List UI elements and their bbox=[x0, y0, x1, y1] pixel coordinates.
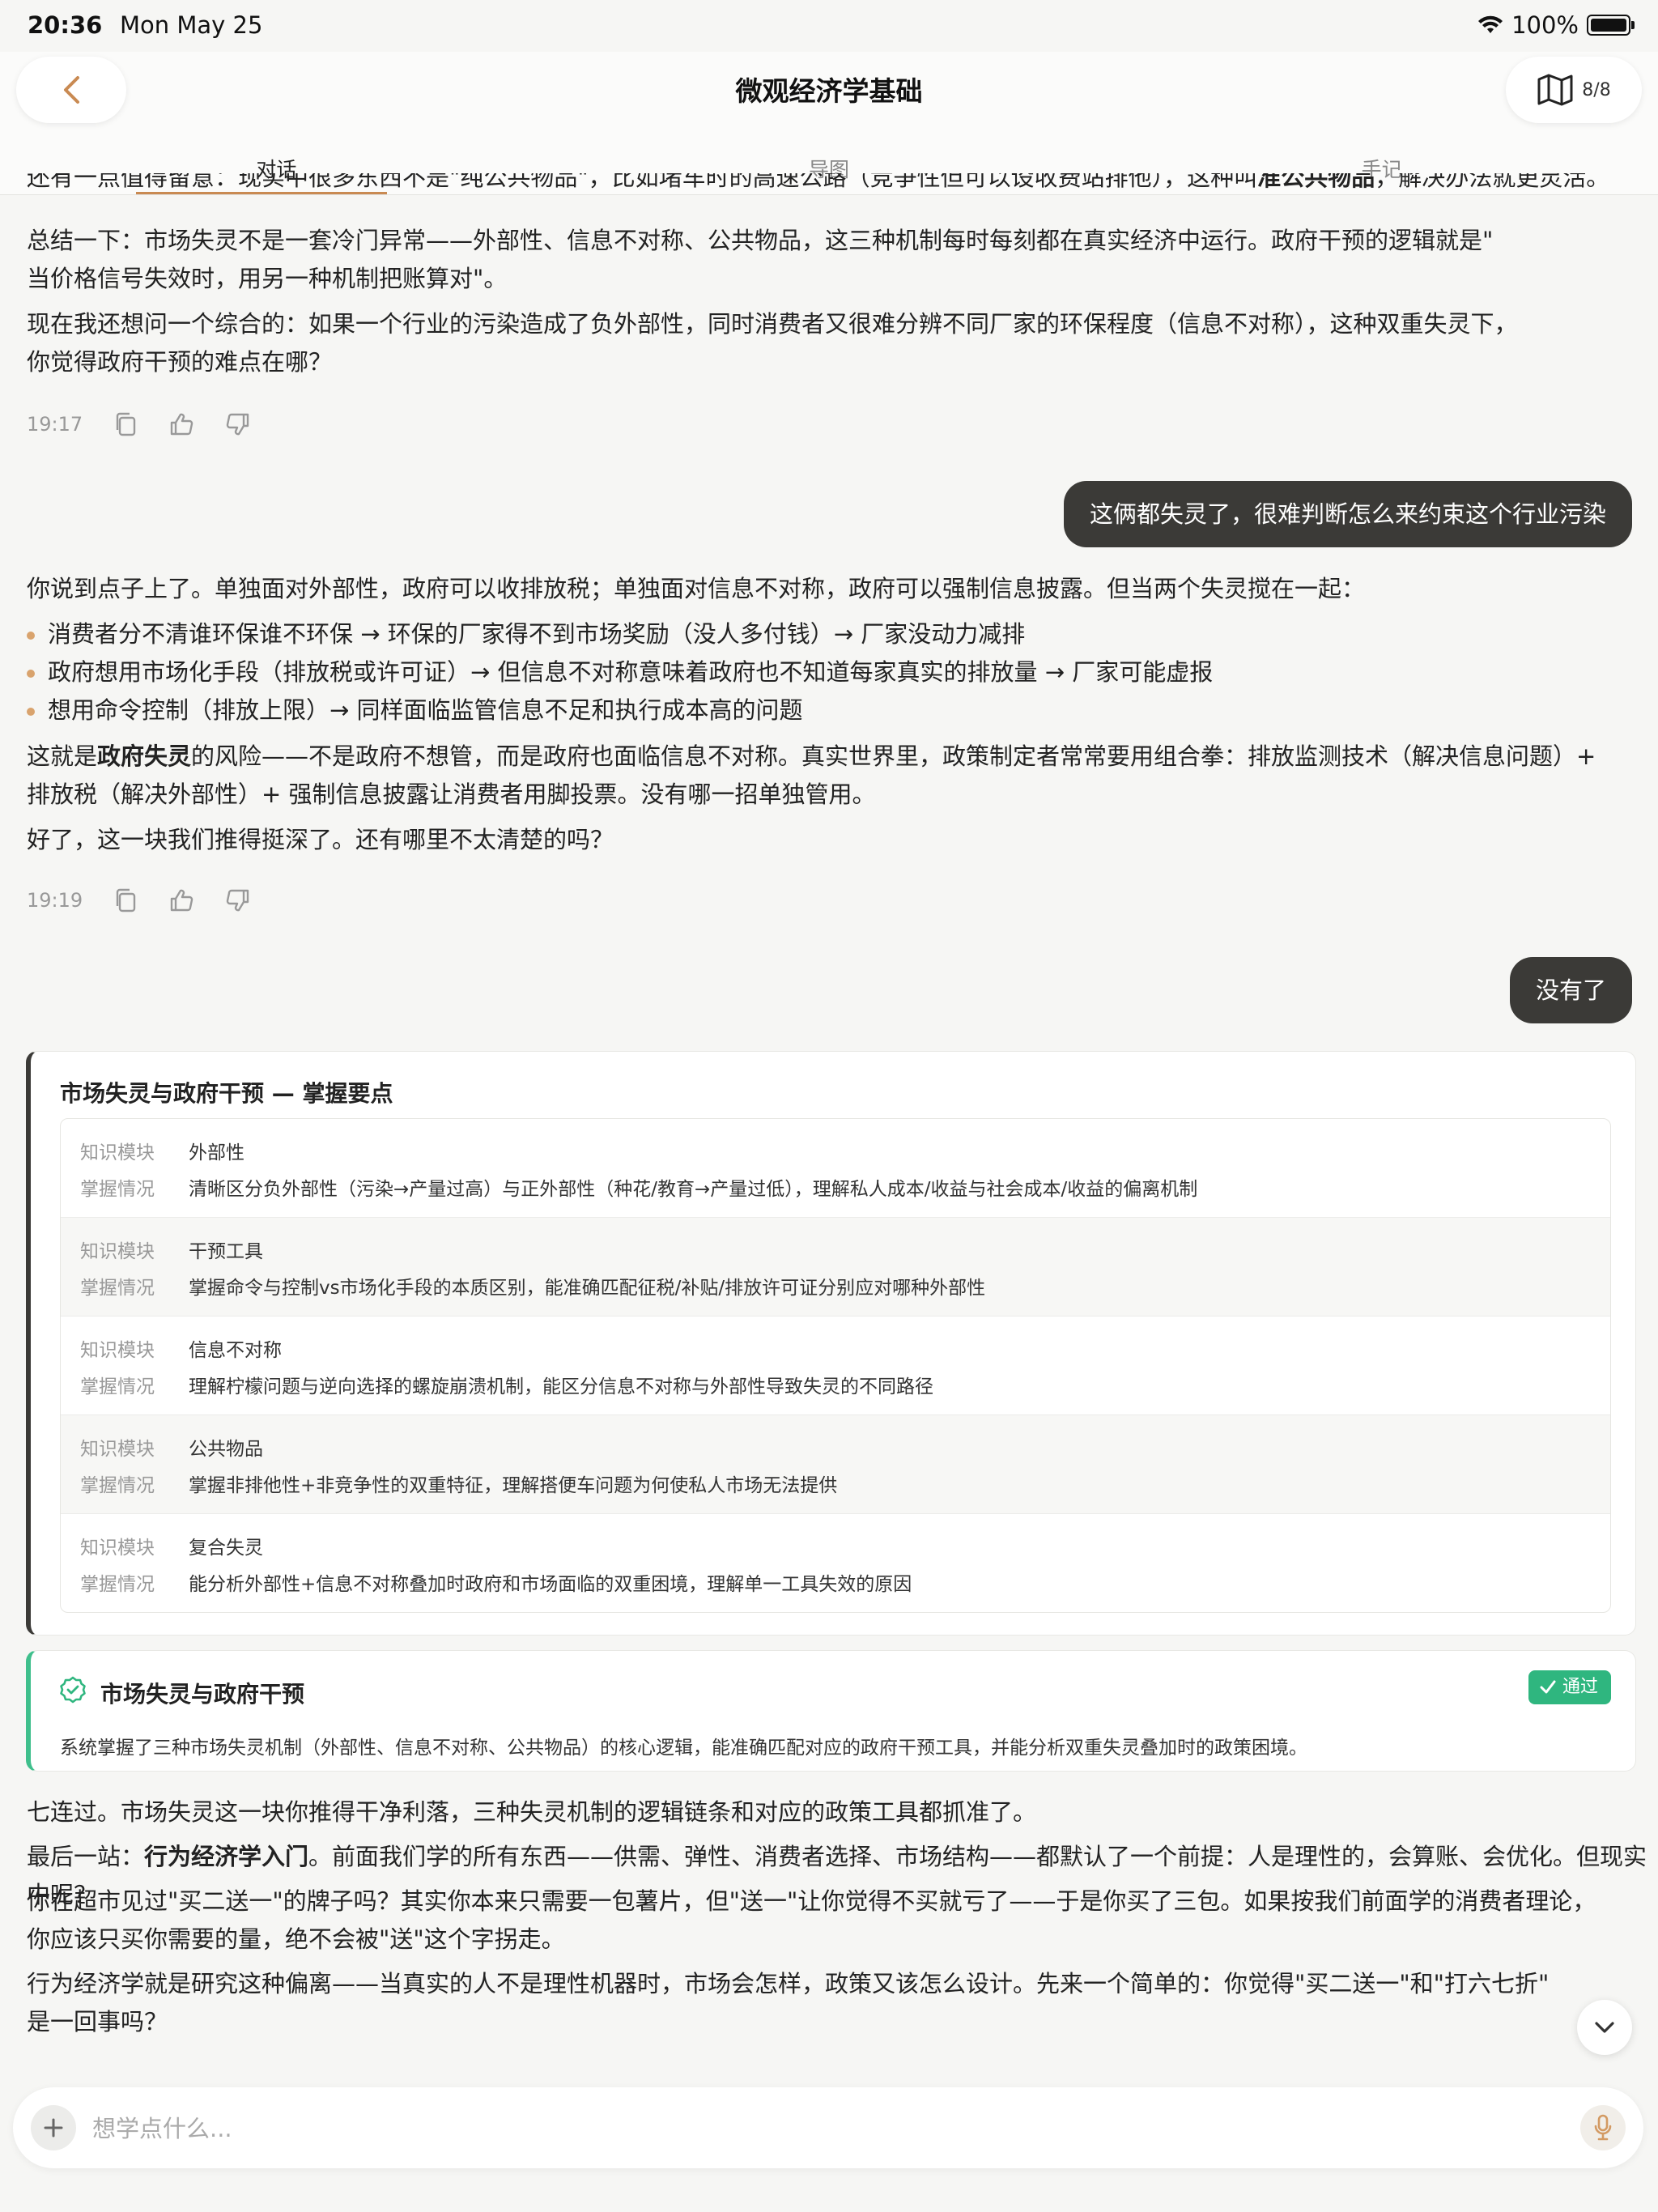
status-time: 20:36 bbox=[28, 11, 103, 39]
assessment-title: 市场失灵与政府干预 bbox=[100, 1681, 305, 1708]
ai-message-3-p1: 七连过。市场失灵这一块你推得干净利落，三种失灵机制的逻辑链条和对应的政策工具都抓… bbox=[27, 1798, 1037, 1826]
table-row: 知识模块 干预工具 掌握情况 掌握命令与控制vs市场化手段的本质区别，能准确匹配… bbox=[61, 1218, 1610, 1317]
plus-icon bbox=[44, 2118, 63, 2138]
list-item: 想用命令控制（排放上限）→ 同样面临监管信息不足和执行成本高的问题 bbox=[27, 691, 1213, 730]
thumbs-down-icon[interactable] bbox=[225, 411, 251, 437]
user-message-2: 没有了 bbox=[1509, 957, 1632, 1023]
ai-message-3-p3: 你在超市见过"买二送一"的牌子吗？其实你本来只需要一包薯片，但"送一"让你觉得不… bbox=[27, 1887, 1596, 1953]
page-title: 微观经济学基础 bbox=[735, 75, 923, 107]
ai-message-2-followup: 好了，这一块我们推得挺深了。还有哪里不太清楚的吗？ bbox=[27, 826, 614, 853]
ai-message-1-summary: 总结一下：市场失灵不是一套冷门异常——外部性、信息不对称、公共物品，这三种机制每… bbox=[27, 227, 1494, 292]
assessment-description: 系统掌握了三种市场失灵机制（外部性、信息不对称、公共物品）的核心逻辑，能准确匹配… bbox=[60, 1738, 1307, 1759]
thumbs-down-icon[interactable] bbox=[225, 887, 251, 913]
ai-message-2-body: 这就是政府失灵的风险——不是政府不想管，而是政府也面临信息不对称。真实世界里，政… bbox=[27, 742, 1596, 808]
card-title: 市场失灵与政府干预 — 掌握要点 bbox=[60, 1080, 393, 1107]
message-time: 19:17 bbox=[27, 413, 83, 436]
checkmark-icon bbox=[1540, 1680, 1556, 1694]
scroll-to-bottom-button[interactable] bbox=[1577, 2000, 1632, 2055]
map-count: 8/8 bbox=[1582, 79, 1611, 100]
map-icon bbox=[1537, 74, 1573, 106]
copy-icon[interactable] bbox=[113, 411, 138, 437]
voice-input-button[interactable] bbox=[1580, 2105, 1626, 2150]
assessment-pass-card: 市场失灵与政府干预 通过 系统掌握了三种市场失灵机制（外部性、信息不对称、公共物… bbox=[26, 1650, 1636, 1772]
ai-message-1-meta: 19:17 bbox=[27, 411, 251, 437]
list-item: 政府想用市场化手段（排放税或许可证）→ 但信息不对称意味着政府也不知道每家真实的… bbox=[27, 653, 1213, 691]
chevron-down-icon bbox=[1595, 2022, 1614, 2033]
composer bbox=[13, 2087, 1643, 2168]
status-right: 100% bbox=[1477, 11, 1635, 39]
pass-badge: 通过 bbox=[1528, 1670, 1611, 1704]
thumbs-up-icon[interactable] bbox=[168, 887, 194, 913]
thumbs-up-icon[interactable] bbox=[168, 411, 194, 437]
ai-message-2-intro: 你说到点子上了。单独面对外部性，政府可以收排放税；单独面对信息不对称，政府可以强… bbox=[27, 575, 1366, 602]
ai-message-partial-line: 还有一点值得留意：现实中很多东西不是"纯公共物品"，比如堵车时的高速公路（竞争性… bbox=[27, 173, 1610, 191]
battery-icon bbox=[1587, 15, 1635, 36]
ai-message-3-p4: 行为经济学就是研究这种偏离——当真实的人不是理性机器时，市场会怎样，政策又该怎么… bbox=[27, 1970, 1550, 2035]
microphone-icon bbox=[1594, 2114, 1612, 2141]
battery-percent: 100% bbox=[1511, 11, 1579, 39]
table-row: 知识模块 信息不对称 掌握情况 理解柠檬问题与逆向选择的螺旋崩溃机制，能区分信息… bbox=[61, 1317, 1610, 1415]
ai-message-2-bullets: 消费者分不清谁环保谁不环保 → 环保的厂家得不到市场奖励（没人多付钱）→ 厂家没… bbox=[27, 615, 1213, 730]
map-button[interactable]: 8/8 bbox=[1506, 57, 1642, 123]
copy-icon[interactable] bbox=[113, 887, 138, 913]
table-row: 知识模块 复合失灵 掌握情况 能分析外部性+信息不对称叠加时政府和市场面临的双重… bbox=[80, 1538, 912, 1595]
verified-check-icon bbox=[60, 1676, 86, 1704]
table-row: 知识模块 公共物品 掌握情况 掌握非排他性+非竞争性的双重特征，理解搭便车问题为… bbox=[61, 1415, 1610, 1514]
user-message-1: 这俩都失灵了，很难判断怎么来约束这个行业污染 bbox=[1063, 481, 1632, 547]
mastery-table: 知识模块 外部性 掌握情况 清晰区分负外部性（污染→产量过高）与正外部性（种花/… bbox=[60, 1118, 1611, 1613]
wifi-icon bbox=[1478, 15, 1503, 33]
status-date: Mon May 25 bbox=[120, 11, 263, 39]
message-time: 19:19 bbox=[27, 889, 83, 912]
mastery-summary-card: 市场失灵与政府干预 — 掌握要点 知识模块 外部性 掌握情况 清晰区分负外部性（… bbox=[26, 1051, 1636, 1636]
add-button[interactable] bbox=[31, 2105, 76, 2150]
list-item: 消费者分不清谁环保谁不环保 → 环保的厂家得不到市场奖励（没人多付钱）→ 厂家没… bbox=[27, 615, 1213, 653]
ai-message-1-question: 现在我还想问一个综合的：如果一个行业的污染造成了负外部性，同时消费者又很难分辨不… bbox=[27, 310, 1518, 376]
message-input[interactable] bbox=[91, 2105, 1535, 2152]
status-bar: 20:36 Mon May 25 100% bbox=[0, 0, 1658, 52]
ai-message-2-meta: 19:19 bbox=[27, 887, 251, 913]
table-row: 知识模块 外部性 掌握情况 清晰区分负外部性（污染→产量过高）与正外部性（种花/… bbox=[61, 1119, 1610, 1218]
